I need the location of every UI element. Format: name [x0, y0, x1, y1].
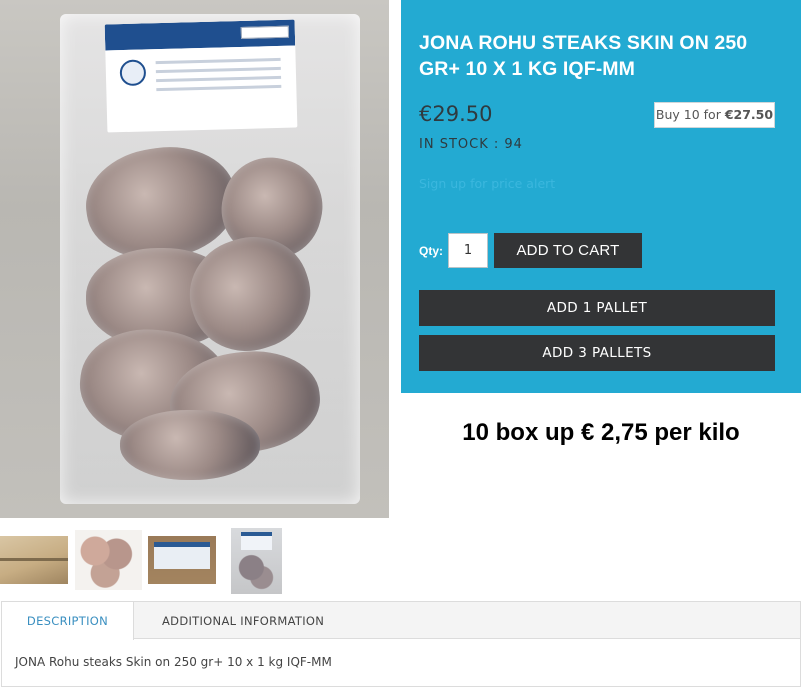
add-to-cart-button[interactable]: ADD TO CART [494, 233, 642, 268]
product-main-image[interactable] [0, 0, 389, 518]
label-thumbnail[interactable] [148, 536, 216, 584]
barcode-box [240, 25, 290, 39]
tab-description[interactable]: DESCRIPTION [2, 602, 134, 640]
fish-steak [120, 410, 260, 480]
steaks-thumbnail[interactable] [75, 530, 142, 590]
label-text-lines [155, 57, 282, 97]
promo-text: 10 box up € 2,75 per kilo [462, 419, 740, 446]
bulk-offer-badge: Buy 10 for €27.50 [654, 102, 775, 128]
price-alert-link[interactable]: Sign up for price alert [419, 176, 555, 191]
thumbnail-gallery [0, 528, 400, 594]
product-price: €29.50 [419, 102, 493, 126]
add-1-pallet-button[interactable]: ADD 1 PALLET [419, 290, 775, 326]
stock-status: IN STOCK : 94 [419, 137, 523, 152]
description-content: JONA Rohu steaks Skin on 250 gr+ 10 x 1 … [15, 655, 332, 669]
box-thumbnail[interactable] [0, 536, 68, 584]
quantity-input[interactable]: 1 [448, 233, 488, 268]
product-title: JONA ROHU STEAKS SKIN ON 250 GR+ 10 X 1 … [419, 32, 748, 80]
qty-label: Qty: [419, 244, 443, 258]
bulk-offer-price: €27.50 [724, 107, 774, 122]
bulk-offer-prefix: Buy 10 for [655, 107, 725, 122]
add-3-pallets-button[interactable]: ADD 3 PALLETS [419, 335, 775, 371]
package-label [104, 19, 298, 133]
quality-seal-icon [119, 59, 147, 87]
product-info-panel: JONA ROHU STEAKS SKIN ON 250 GR+ 10 X 1 … [401, 0, 801, 393]
tab-additional-information[interactable]: ADDITIONAL INFORMATION [162, 602, 324, 639]
tab-strip: DESCRIPTION ADDITIONAL INFORMATION [2, 602, 800, 640]
bag-thumbnail[interactable] [231, 528, 282, 594]
product-tabs: DESCRIPTION ADDITIONAL INFORMATION JONA … [1, 601, 801, 687]
